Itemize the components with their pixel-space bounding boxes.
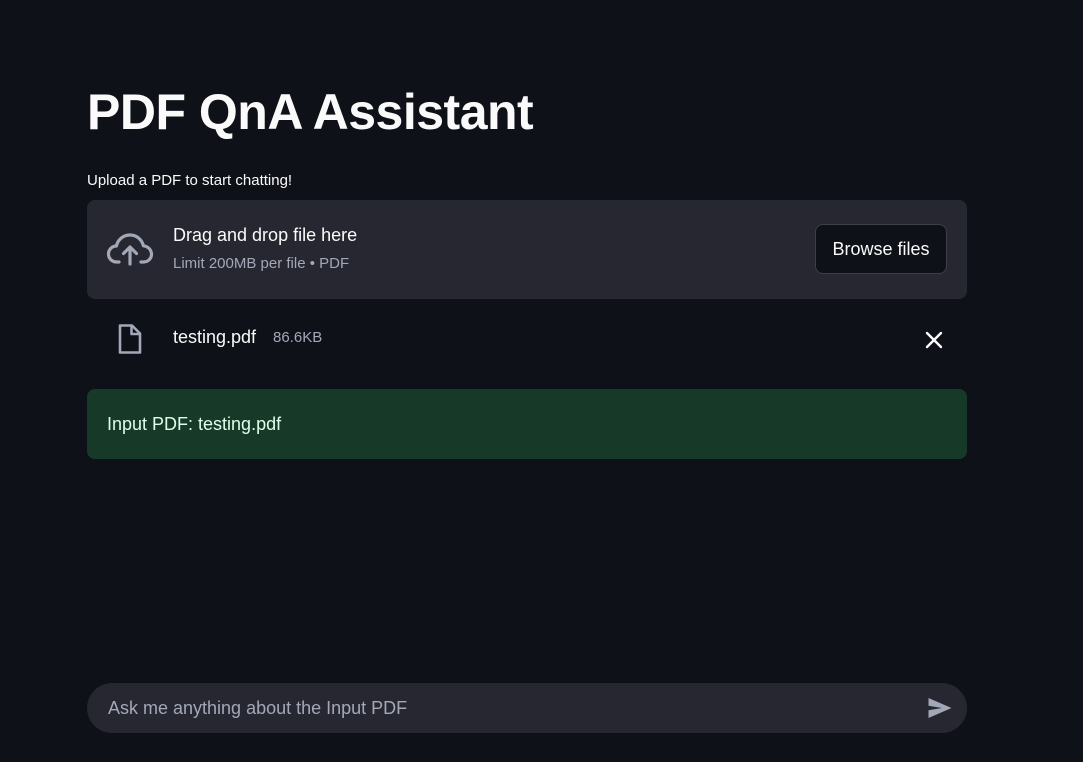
status-message: Input PDF: testing.pdf bbox=[107, 414, 282, 434]
uploaded-file-name: testing.pdf bbox=[173, 327, 257, 347]
file-dropzone[interactable]: Drag and drop file here Limit 200MB per … bbox=[87, 200, 967, 299]
uploaded-file-item: testing.pdf 86.6KB bbox=[87, 318, 967, 358]
browse-files-button[interactable]: Browse files bbox=[815, 224, 947, 274]
page-title: PDF QnA Assistant bbox=[87, 84, 534, 140]
cloud-upload-icon bbox=[106, 233, 154, 266]
chat-input[interactable] bbox=[87, 683, 907, 733]
dropzone-title: Drag and drop file here bbox=[173, 225, 358, 245]
dropzone-instructions: Drag and drop file here Limit 200MB per … bbox=[173, 223, 357, 273]
status-success-alert: Input PDF: testing.pdf bbox=[87, 389, 967, 459]
chat-input-container bbox=[87, 683, 967, 733]
close-icon[interactable] bbox=[922, 328, 946, 352]
send-icon[interactable] bbox=[927, 696, 953, 720]
uploaded-file-size: 86.6KB bbox=[273, 329, 323, 346]
dropzone-limit-text: Limit 200MB per file • PDF bbox=[173, 255, 350, 272]
file-icon bbox=[118, 324, 142, 354]
app-root: PDF QnA Assistant Upload a PDF to start … bbox=[0, 0, 1083, 762]
uploader-label: Upload a PDF to start chatting! bbox=[87, 172, 293, 189]
